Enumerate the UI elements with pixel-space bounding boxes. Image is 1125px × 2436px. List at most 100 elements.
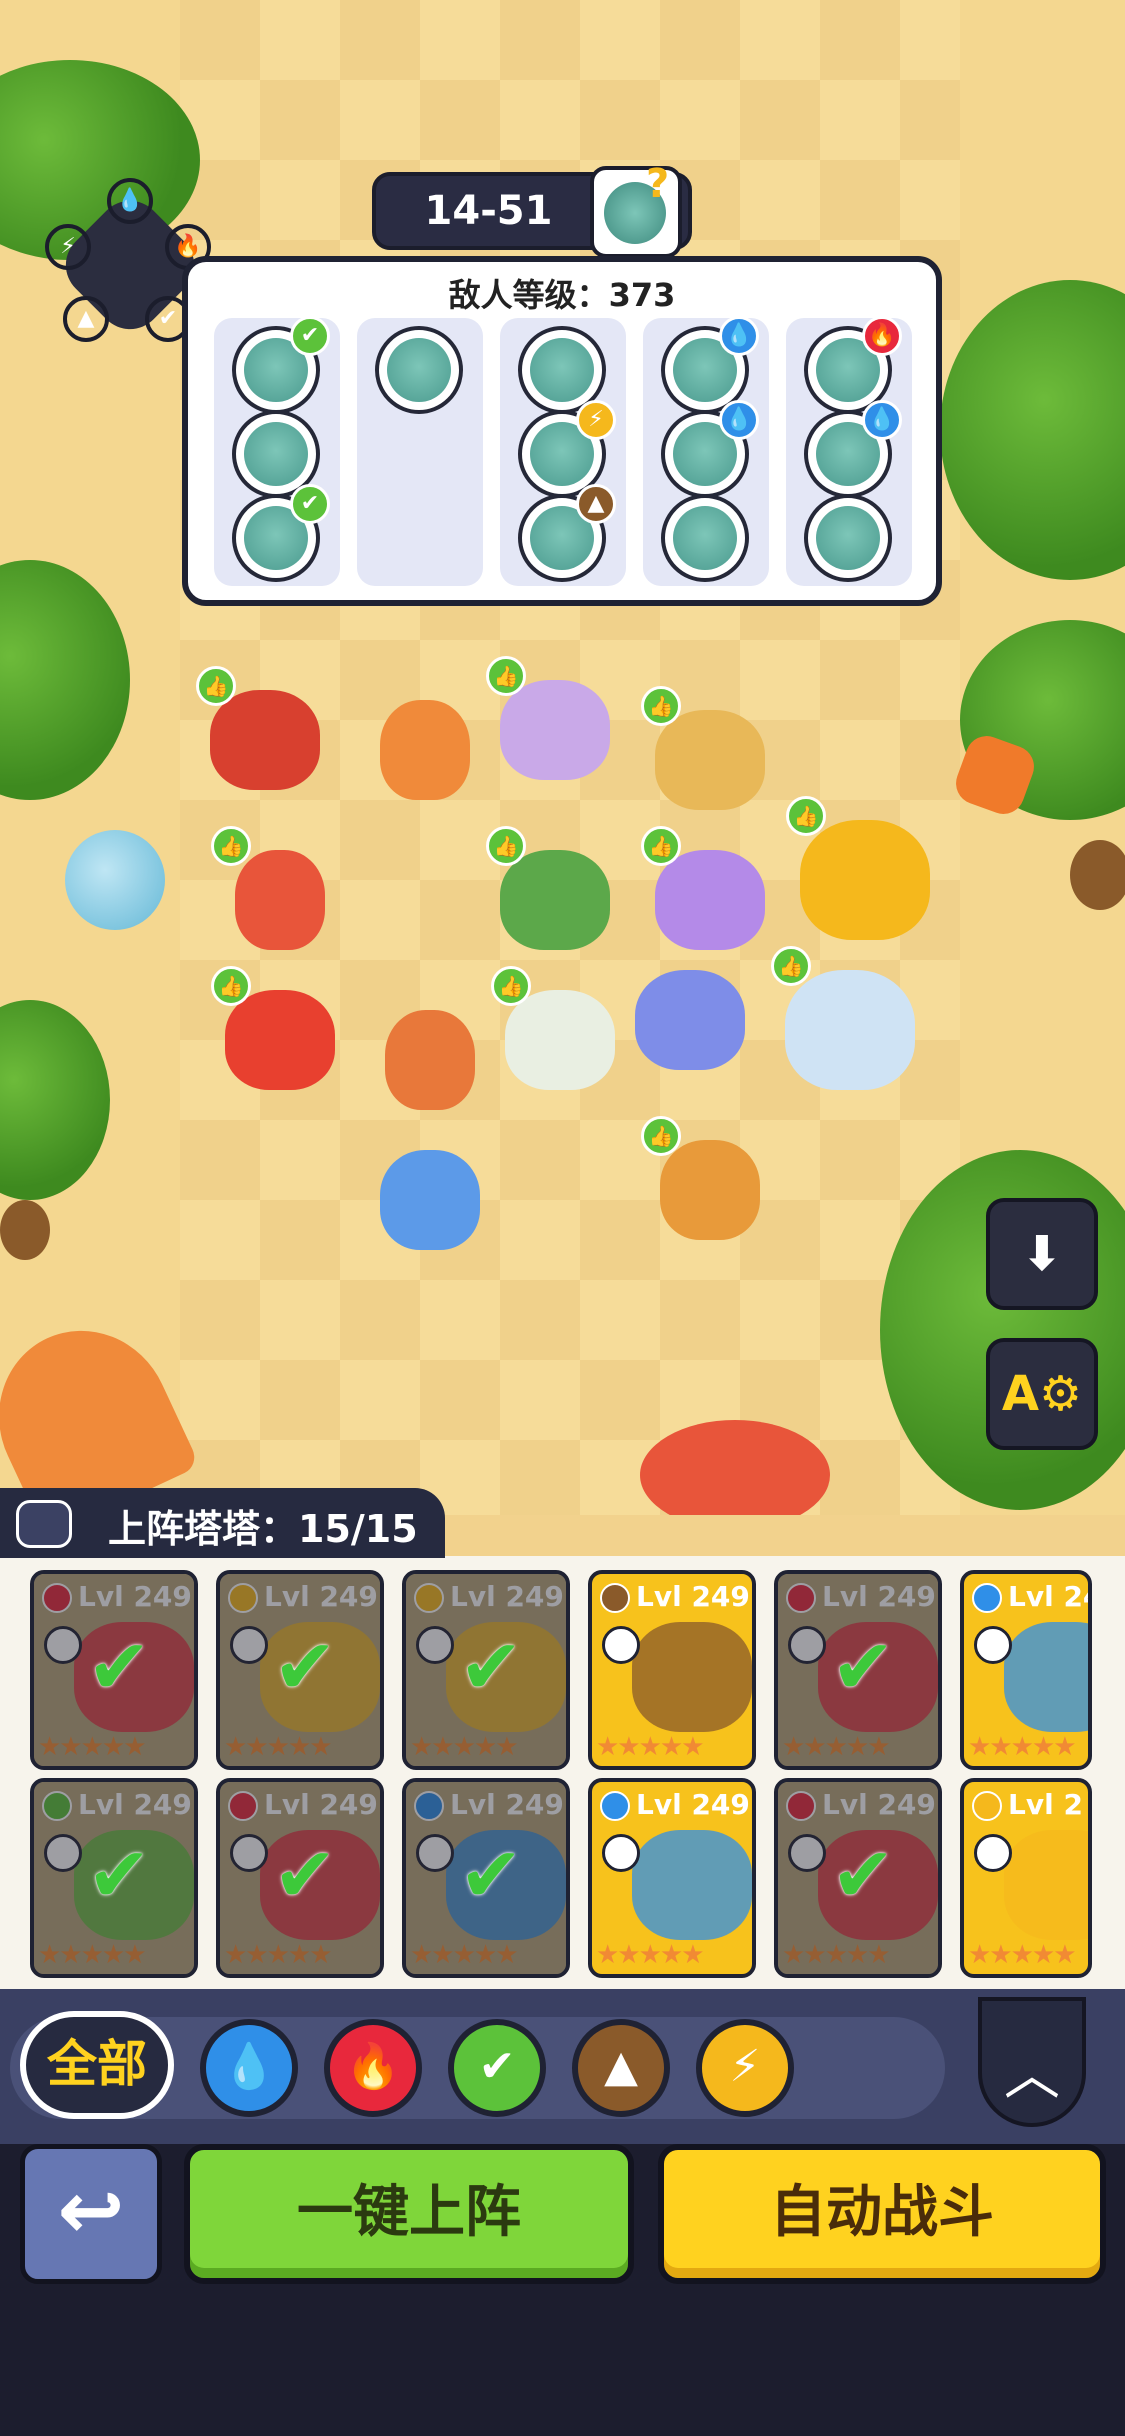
save-formation-button[interactable]: ⬇ — [986, 1198, 1098, 1310]
thumbs-up-icon: 👍 — [771, 946, 811, 986]
card-level: Lvl 249 — [600, 1580, 750, 1616]
card-level-text: Lvl 249 — [450, 1788, 564, 1821]
enemy-slot[interactable] — [661, 494, 749, 582]
hero-card[interactable]: Lvl 249 ★★★★★ ✔ — [774, 1778, 942, 1978]
hero-card[interactable]: Lvl 249 ★★★★★ — [588, 1778, 756, 1978]
role-icon — [788, 1626, 826, 1664]
hero-unit[interactable]: 👍 — [491, 966, 625, 1100]
hero-roster[interactable]: Lvl 249 ★★★★★ ✔ Lvl 249 ★★★★★ ✔ Lvl 249 ★★★★★ ✔ L… — [0, 1556, 1125, 1989]
hero-unit[interactable]: 👍 — [486, 656, 620, 790]
hero-unit[interactable]: 👍 — [641, 826, 775, 960]
hero-card[interactable]: Lvl 2 ★★★★★ — [960, 1778, 1092, 1978]
return-arrow-icon: ↩ — [57, 2164, 125, 2257]
star-rating-icon: ★★★★★ — [596, 1732, 705, 1762]
coconut-decoration — [1070, 840, 1125, 910]
hero-unit[interactable]: 👍 — [196, 666, 330, 800]
hero-card[interactable]: Lvl 249 ★★★★★ ✔ — [402, 1778, 570, 1978]
hero-card[interactable]: Lvl 249 ★★★★★ ✔ — [30, 1570, 198, 1770]
hero-card[interactable]: Lvl 249 ★★★★★ — [960, 1570, 1092, 1770]
card-level: Lvl 249 — [600, 1788, 750, 1824]
hero-card[interactable]: Lvl 249 ★★★★★ ✔ — [216, 1778, 384, 1978]
card-level-text: Lvl 2 — [1008, 1788, 1083, 1821]
auto-battle-button[interactable]: 自动战斗 — [658, 2144, 1106, 2284]
water-icon — [414, 1791, 444, 1821]
hero-portrait — [632, 1830, 752, 1940]
thumbs-up-icon: 👍 — [211, 826, 251, 866]
hero-unit[interactable] — [365, 990, 495, 1120]
hero-unit[interactable]: 👍 — [771, 946, 925, 1100]
card-level-text: Lvl 249 — [450, 1580, 564, 1613]
star-rating-icon: ★★★★★ — [782, 1732, 891, 1762]
deployed-check-icon: ✔ — [831, 1830, 895, 1919]
auto-gear-icon: A⚙ — [1001, 1366, 1083, 1422]
hero-card[interactable]: Lvl 249 ★★★★★ ✔ — [216, 1570, 384, 1770]
element-filter-bar: 全部 💧 🔥 ✔ ▲ ⚡ ︿ — [0, 1989, 1125, 2144]
question-mark-icon: ? — [646, 161, 670, 207]
hero-unit[interactable]: 👍 — [786, 796, 940, 950]
enemy-column: 💧 💧 — [643, 316, 769, 586]
hero-unit[interactable]: 👍 — [641, 1116, 775, 1250]
deployed-check-icon: ✔ — [87, 1830, 151, 1919]
deployed-check-icon: ✔ — [459, 1830, 523, 1919]
hero-card[interactable]: Lvl 249 ★★★★★ ✔ — [774, 1570, 942, 1770]
star-rating-icon: ★★★★★ — [38, 1732, 147, 1762]
filter-fire-button[interactable]: 🔥 — [324, 2019, 422, 2117]
enemy-level-title: 敌人等级：373 — [448, 276, 676, 314]
filter-grass-button[interactable]: ✔ — [448, 2019, 546, 2117]
enemy-slot[interactable] — [375, 326, 463, 414]
water-icon — [972, 1583, 1002, 1613]
fire-icon — [786, 1791, 816, 1821]
star-rating-icon: ★★★★★ — [224, 1732, 333, 1762]
hero-unit[interactable] — [625, 950, 765, 1090]
grass-icon — [42, 1791, 72, 1821]
one-click-deploy-button[interactable]: 一键上阵 — [184, 2144, 634, 2284]
hero-portrait — [1004, 1622, 1088, 1732]
surfboard-decoration — [0, 1302, 201, 1515]
hero-card[interactable]: Lvl 249 ★★★★★ ✔ — [402, 1570, 570, 1770]
lightning-icon — [972, 1791, 1002, 1821]
role-icon — [788, 1834, 826, 1872]
card-level: Lvl 249 — [786, 1580, 936, 1616]
enemy-slot[interactable]: 💧 — [661, 400, 759, 498]
role-icon — [602, 1626, 640, 1664]
hero-portrait — [1004, 1830, 1088, 1940]
fire-icon — [42, 1583, 72, 1613]
hero-unit[interactable] — [365, 1130, 495, 1260]
stage-indicator: 14-51 ? — [372, 164, 692, 258]
filter-earth-button[interactable]: ▲ — [572, 2019, 670, 2117]
card-level: Lvl 249 — [228, 1788, 378, 1824]
deployed-check-icon: ✔ — [831, 1622, 895, 1711]
boss-portrait[interactable]: ? — [590, 161, 682, 258]
filter-water-button[interactable]: 💧 — [200, 2019, 298, 2117]
hero-unit[interactable]: 👍 — [211, 826, 345, 960]
enemy-column: 🔥 💧 — [786, 316, 912, 586]
enemy-column: ⚡ ▲ — [500, 318, 626, 586]
hero-unit[interactable]: 👍 — [211, 966, 345, 1100]
hero-card[interactable]: Lvl 249 ★★★★★ — [588, 1570, 756, 1770]
star-rating-icon: ★★★★★ — [968, 1940, 1077, 1970]
hero-unit[interactable]: 👍 — [486, 826, 620, 960]
hero-unit[interactable] — [360, 680, 490, 810]
filter-lightning-button[interactable]: ⚡ — [696, 2019, 794, 2117]
filter-all-button[interactable]: 全部 — [20, 2011, 174, 2119]
role-icon — [230, 1834, 268, 1872]
enemy-slot[interactable]: 💧 — [804, 400, 902, 498]
grass-icon: ✔ — [290, 484, 330, 524]
enemy-slot[interactable]: ✔ — [232, 316, 330, 414]
card-level: Lvl 249 — [414, 1788, 564, 1824]
hero-card[interactable]: Lvl 249 ★★★★★ ✔ — [30, 1778, 198, 1978]
hero-unit[interactable]: 👍 — [641, 686, 775, 820]
earth-icon — [600, 1583, 630, 1613]
enemy-slot[interactable]: ▲ — [518, 484, 616, 582]
zombie-face-icon — [244, 422, 308, 486]
zombie-face-icon — [387, 338, 451, 402]
enemy-slot[interactable]: ✔ — [232, 484, 330, 582]
auto-settings-button[interactable]: A⚙ — [986, 1338, 1098, 1450]
thumbs-up-icon: 👍 — [491, 966, 531, 1006]
back-button[interactable]: ↩ — [20, 2144, 162, 2284]
water-icon: 💧 — [719, 316, 759, 356]
collapse-roster-button[interactable]: ︿ — [978, 1997, 1086, 2127]
enemy-panel: 敌人等级：373 ✔ ✔ ⚡ ▲ 💧 💧 🔥 💧 — [182, 256, 942, 606]
enemy-slot[interactable] — [804, 494, 892, 582]
role-icon — [974, 1626, 1012, 1664]
